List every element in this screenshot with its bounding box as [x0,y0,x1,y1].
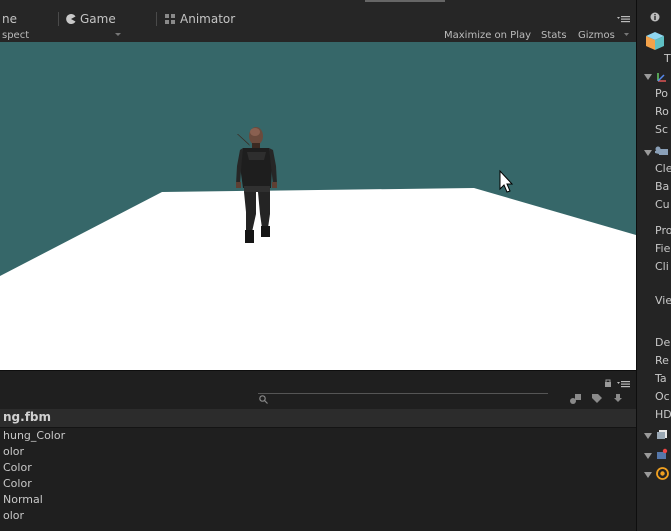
transform-foldout-arrow[interactable] [644,74,652,80]
filter-by-label-icon[interactable] [591,393,603,405]
aspect-dropdown[interactable]: spect [2,29,29,42]
tab-scene[interactable]: ne [2,10,17,28]
rotation-label: Ro [655,105,669,118]
list-item[interactable]: Normal [3,493,43,506]
info-icon[interactable] [650,12,660,22]
target-texture-label: Ta [655,372,667,385]
audio-listener-icon [656,467,669,480]
camera-foldout-arrow[interactable] [644,150,652,156]
list-item[interactable]: hung_Color [3,429,65,442]
gizmos-dropdown[interactable]: Gizmos [578,29,615,42]
viewport-rect-label: Vie [655,294,671,307]
tab-game-label: Game [80,12,116,26]
hdr-label: HD [655,408,671,421]
depth-label: De [655,336,671,349]
component-foldout-arrow[interactable] [644,453,652,459]
panel-lock-icon[interactable] [604,379,632,389]
game-scene [0,42,636,370]
maximize-on-play-toggle[interactable]: Maximize on Play [444,29,531,42]
tab-separator [58,12,59,26]
projection-label: Pro [655,224,671,237]
camera-icon [655,146,668,155]
game-viewport[interactable] [0,42,636,370]
chevron-down-icon [115,33,121,36]
component-foldout-arrow[interactable] [644,433,652,439]
tab-animator[interactable]: Animator [165,10,235,28]
chevron-down-icon [624,33,629,36]
position-label: Po [655,87,668,100]
background-label: Ba [655,180,670,193]
clear-flags-label: Cle [655,162,671,175]
clipping-planes-label: Cli [655,260,669,273]
rendering-path-label: Re [655,354,669,367]
occlusion-culling-label: Oc [655,390,670,403]
list-item[interactable]: olor [3,509,24,522]
list-item[interactable]: Color [3,461,32,474]
tab-scene-label: ne [2,12,17,26]
tab-separator [156,12,157,26]
transform-axis-icon [657,73,666,82]
asset-folder-header: ng.fbm [0,409,636,428]
tab-game[interactable]: Game [66,10,116,28]
window-drag-handle[interactable] [365,0,445,2]
save-search-icon[interactable] [613,393,623,405]
scale-label: Sc [655,123,669,136]
flare-layer-icon [657,448,668,459]
gameobject-cube-icon [646,32,664,50]
animator-grid-icon [165,13,175,24]
project-panel: ng.fbm hung_Color olor Color Color Norma… [0,371,636,531]
search-icon [259,395,268,404]
filter-by-type-icon[interactable] [569,393,583,405]
list-item[interactable]: olor [3,445,24,458]
list-item[interactable]: Color [3,477,32,490]
view-tab-bar: ne Game Animator [0,0,636,30]
component-foldout-arrow[interactable] [644,472,652,478]
inspector-panel: T Po Ro Sc Cle Ba Cu Pro Fie Cli Vie De … [636,0,671,531]
stats-toggle[interactable]: Stats [541,29,567,42]
panel-menu-icon[interactable] [617,14,631,24]
object-name-field[interactable]: T [664,52,671,65]
game-pacman-icon [66,14,76,24]
culling-mask-label: Cu [655,198,670,211]
asset-folder-title: ng.fbm [3,410,52,424]
field-of-view-label: Fie [655,242,671,255]
search-input[interactable] [258,393,548,394]
game-toolbar: spect Maximize on Play Stats Gizmos [0,29,636,42]
tab-animator-label: Animator [180,12,236,26]
gui-layer-icon [657,430,667,439]
